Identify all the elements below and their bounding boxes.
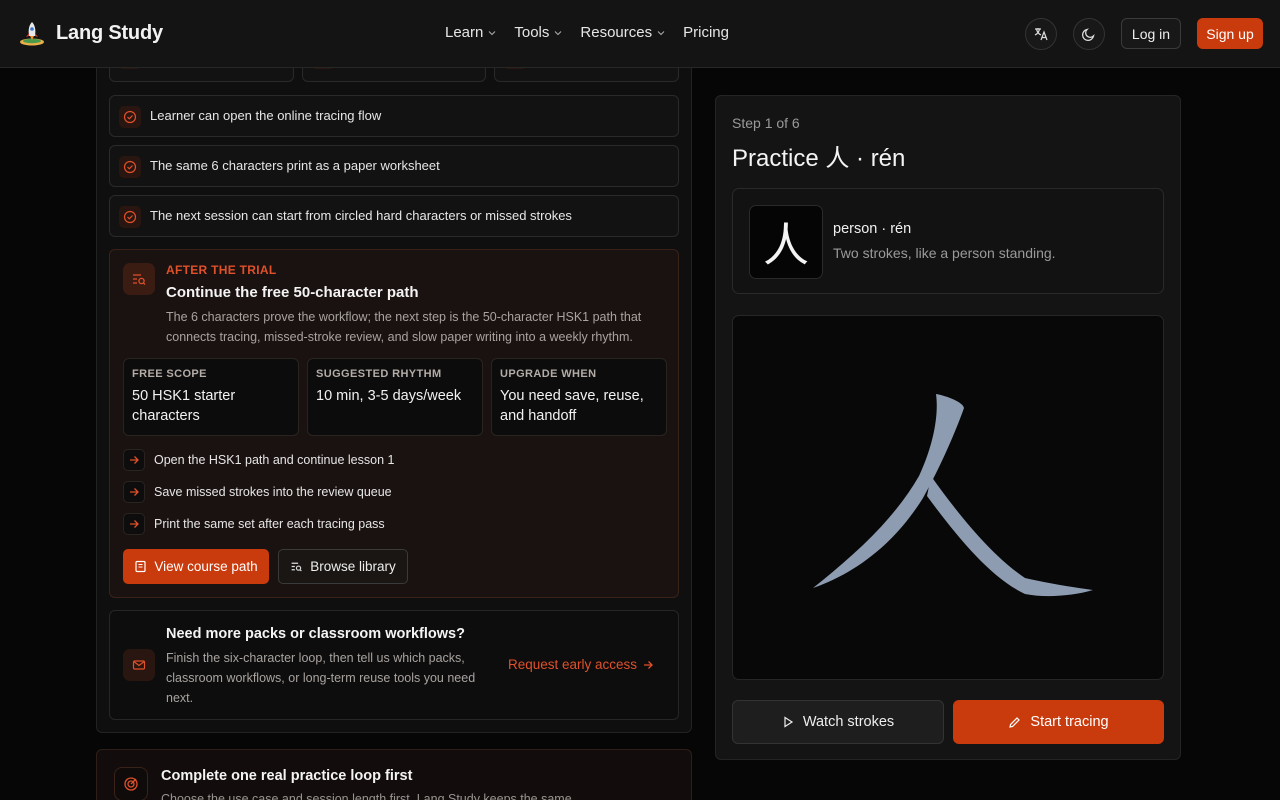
- pencil-icon: [1009, 716, 1021, 728]
- stat-free-scope: FREE SCOPE 50 HSK1 starter characters: [123, 358, 299, 436]
- brand[interactable]: Lang Study: [18, 19, 163, 47]
- start-tracing-label: Start tracing: [1030, 714, 1109, 730]
- translate-icon: [1034, 28, 1048, 41]
- arrow-right-icon: [123, 481, 145, 503]
- next-step-item: Save missed strokes into the review queu…: [123, 480, 392, 504]
- stat-label: SUGGESTED RHYTHM: [316, 368, 442, 380]
- chevron-down-icon: [555, 30, 562, 35]
- request-access-title: Need more packs or classroom workflows?: [166, 626, 465, 642]
- nav-tools-label: Tools: [514, 24, 550, 41]
- play-icon: [784, 716, 793, 728]
- stat-label: UPGRADE WHEN: [500, 368, 597, 380]
- signup-button[interactable]: Sign up: [1197, 18, 1263, 49]
- book-icon: [135, 560, 146, 573]
- login-button[interactable]: Log in: [1121, 18, 1181, 49]
- browse-library-button[interactable]: Browse library: [278, 549, 408, 584]
- chevron-down-icon: [657, 30, 665, 35]
- stroke-guide-figure: [813, 394, 1093, 597]
- start-tracing-button[interactable]: Start tracing: [953, 700, 1164, 744]
- search-list-icon: [123, 263, 155, 295]
- arrow-right-icon: [644, 660, 653, 669]
- practice-panel: Step 1 of 6 Practice 人 · rén 人 person · …: [715, 95, 1181, 760]
- next-step-text: Open the HSK1 path and continue lesson 1: [154, 453, 395, 467]
- tracing-canvas[interactable]: [732, 315, 1164, 680]
- moon-icon: [1081, 28, 1095, 42]
- next-step-text: Print the same set after each tracing pa…: [154, 517, 385, 531]
- next-step-text: Save missed strokes into the review queu…: [154, 485, 392, 499]
- check-circle-icon: [119, 156, 141, 178]
- character-meaning: person · rén: [833, 221, 912, 237]
- next-step-item: Open the HSK1 path and continue lesson 1: [123, 448, 394, 472]
- request-access-description: Finish the six-character loop, then tell…: [166, 651, 476, 705]
- stat-label: FREE SCOPE: [132, 368, 207, 380]
- language-toggle-button[interactable]: [1025, 18, 1057, 50]
- practice-loop-description: Choose the use case and session length f…: [161, 792, 572, 800]
- mail-icon: [123, 649, 155, 681]
- character-card: 人 person · rén Two strokes, like a perso…: [732, 188, 1164, 294]
- checklist-item: Learner can open the online tracing flow: [109, 95, 679, 137]
- stat-upgrade-when: UPGRADE WHEN You need save, reuse, and h…: [491, 358, 667, 436]
- search-list-icon: [291, 562, 303, 572]
- checklist-text: The next session can start from circled …: [150, 208, 572, 223]
- trial-description: The 6 characters prove the workflow; the…: [166, 310, 642, 344]
- checklist-item: The same 6 characters print as a paper w…: [109, 145, 679, 187]
- next-step-item: Print the same set after each tracing pa…: [123, 512, 385, 536]
- browse-library-label: Browse library: [310, 559, 396, 574]
- nav-pricing[interactable]: Pricing: [683, 24, 729, 41]
- brand-name: Lang Study: [56, 21, 163, 44]
- character-hint: Two strokes, like a person standing.: [833, 245, 1056, 261]
- chevron-down-icon: [488, 30, 496, 35]
- practice-title: Practice 人 · rén: [732, 145, 906, 172]
- watch-strokes-label: Watch strokes: [802, 714, 895, 730]
- check-circle-icon: [119, 106, 141, 128]
- nav-resources[interactable]: Resources: [580, 24, 665, 41]
- arrow-right-icon: [123, 449, 145, 471]
- practice-loop-title: Complete one real practice loop first: [161, 768, 413, 784]
- watch-strokes-button[interactable]: Watch strokes: [732, 700, 944, 744]
- nav-pricing-label: Pricing: [683, 24, 729, 41]
- nav-tools[interactable]: Tools: [514, 24, 562, 41]
- trial-eyebrow: AFTER THE TRIAL: [166, 263, 277, 277]
- arrow-right-icon: [123, 513, 145, 535]
- stroke-na: [927, 476, 1093, 597]
- trial-title: Continue the free 50-character path: [166, 284, 419, 301]
- character-tile: 人: [749, 205, 823, 279]
- theme-toggle-button[interactable]: [1073, 18, 1105, 50]
- rocket-island-logo-icon: [18, 19, 46, 47]
- top-nav-bar: Lang Study Learn Tools Resources Pricing…: [0, 0, 1280, 68]
- nav-resources-label: Resources: [580, 24, 653, 41]
- stat-value: 10 min, 3-5 days/week: [316, 388, 462, 404]
- practice-loop-card: Complete one real practice loop first Ch…: [96, 749, 692, 800]
- target-icon: [114, 767, 148, 800]
- request-early-access-link[interactable]: Request early access: [508, 657, 654, 672]
- after-trial-card: AFTER THE TRIAL Continue the free 50-cha…: [109, 249, 679, 598]
- request-access-card: Need more packs or classroom workflows? …: [109, 610, 679, 720]
- checklist-item: The next session can start from circled …: [109, 195, 679, 237]
- nav-learn-label: Learn: [445, 24, 484, 41]
- stat-value: You need save, reuse, and handoff: [500, 388, 644, 424]
- checklist-text: Learner can open the online tracing flow: [150, 108, 382, 123]
- step-counter: Step 1 of 6: [732, 115, 800, 131]
- main-nav: Learn Tools Resources Pricing: [445, 24, 729, 41]
- nav-learn[interactable]: Learn: [445, 24, 496, 41]
- stat-suggested-rhythm: SUGGESTED RHYTHM 10 min, 3-5 days/week: [307, 358, 483, 436]
- view-course-path-label: View course path: [154, 559, 258, 574]
- view-course-path-button[interactable]: View course path: [123, 549, 269, 584]
- stat-value: 50 HSK1 starter characters: [132, 388, 236, 424]
- request-early-access-label: Request early access: [508, 657, 638, 672]
- check-circle-icon: [119, 206, 141, 228]
- checklist-text: The same 6 characters print as a paper w…: [150, 158, 440, 173]
